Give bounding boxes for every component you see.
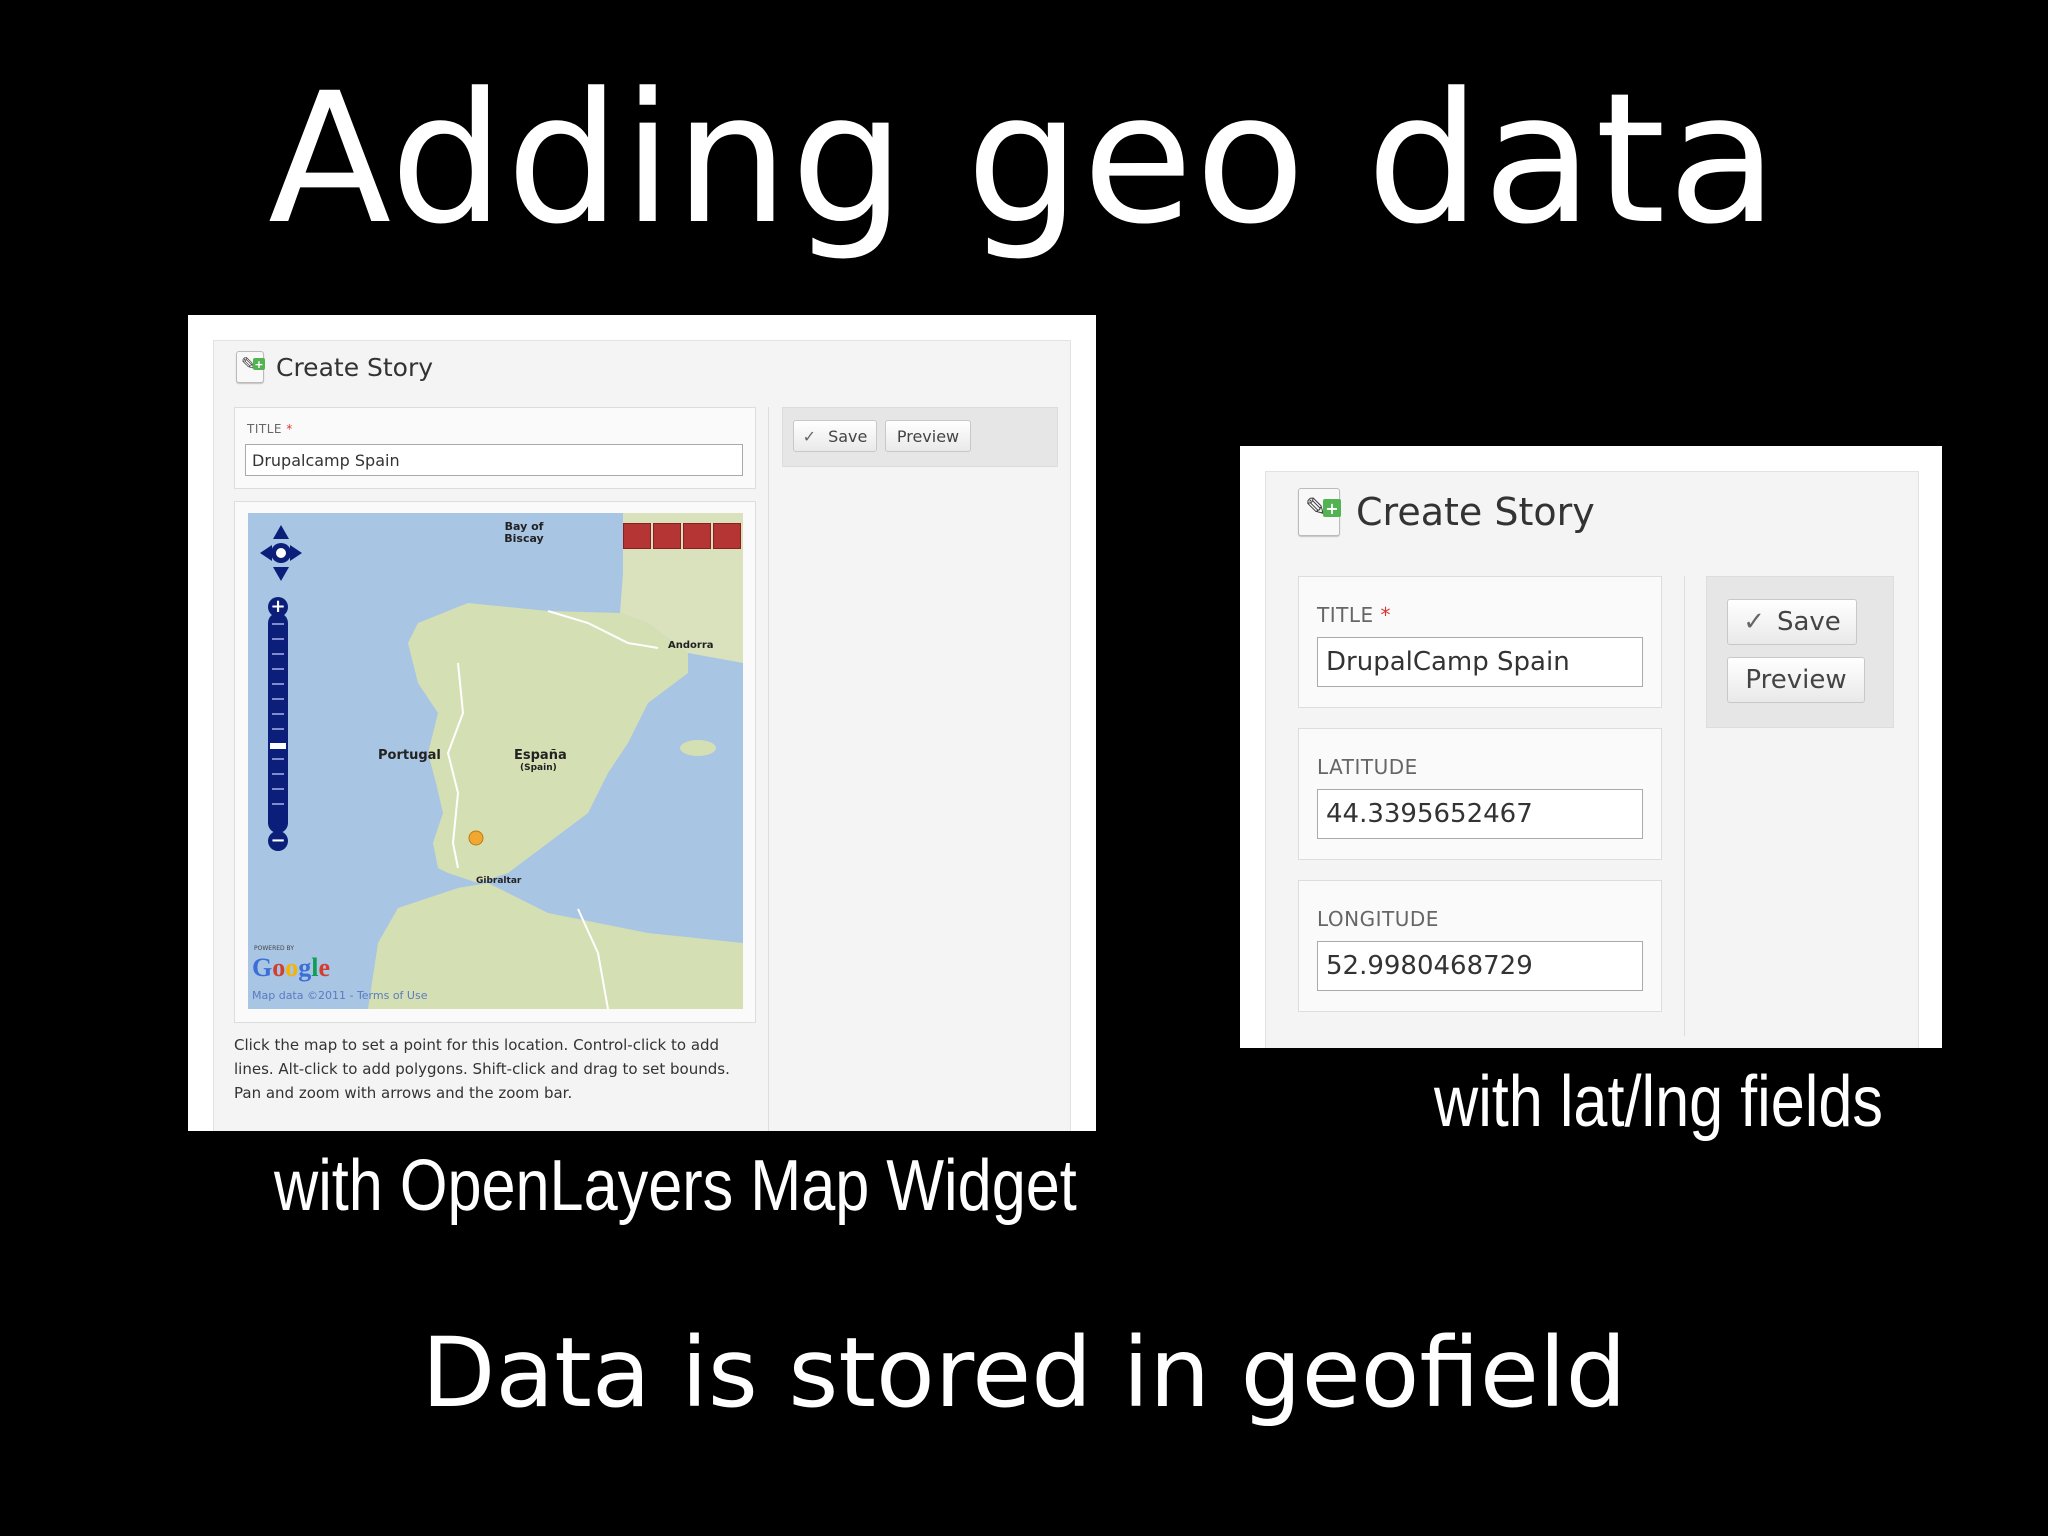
form-actions: ✓ Save Preview xyxy=(1706,576,1894,728)
layer-switcher-3[interactable] xyxy=(683,523,711,549)
sidebar-divider xyxy=(1684,576,1685,1036)
google-logo: Google xyxy=(252,953,331,982)
latitude-fieldset: Latitude 44.3395652467 xyxy=(1298,728,1662,860)
map-label-gibraltar: Gibraltar xyxy=(476,876,522,886)
layer-switcher-1[interactable] xyxy=(623,523,651,549)
page-header: ✎ + Create Story xyxy=(1298,488,1595,536)
title-input[interactable]: DrupalCamp Spain xyxy=(1317,637,1643,687)
longitude-label: Longitude xyxy=(1317,907,1439,931)
sidebar-divider xyxy=(768,407,769,1131)
map-label-andorra: Andorra xyxy=(668,640,714,651)
openlayers-screenshot: ✎ + Create Story Title * Drupalcamp Spai… xyxy=(188,315,1096,1131)
caption-latlng: with lat/lng fields xyxy=(1434,1062,1884,1142)
checkmark-icon: ✓ xyxy=(802,426,817,446)
map-label-espana: España xyxy=(514,748,567,763)
slide-footer: Data is stored in geofield xyxy=(421,1317,1627,1429)
preview-button[interactable]: Preview xyxy=(885,420,971,452)
zoom-out-icon[interactable]: − xyxy=(268,831,288,851)
map-label-spain: (Spain) xyxy=(520,763,557,773)
map-label-bay: Bay of Biscay xyxy=(504,520,544,545)
checkmark-icon: ✓ xyxy=(1743,607,1765,637)
layer-switcher-2[interactable] xyxy=(653,523,681,549)
latitude-label: Latitude xyxy=(1317,755,1418,779)
pan-control-icon[interactable] xyxy=(258,523,304,583)
latitude-input[interactable]: 44.3395652467 xyxy=(1317,789,1643,839)
save-button[interactable]: ✓ Save xyxy=(793,420,877,452)
title-input[interactable]: Drupalcamp Spain xyxy=(245,444,743,476)
map-terrain xyxy=(368,513,743,1009)
map-help-text: Click the map to set a point for this lo… xyxy=(234,1036,730,1102)
create-content-icon: ✎ + xyxy=(1298,488,1341,536)
page-header: ✎ + Create Story xyxy=(236,351,433,383)
layer-switcher-4[interactable] xyxy=(713,523,741,549)
zoom-slider[interactable] xyxy=(268,613,288,833)
title-label: Title * xyxy=(247,422,293,436)
map-land-balearics xyxy=(680,740,716,756)
latlng-screenshot: ✎ + Create Story Title * DrupalCamp Spai… xyxy=(1240,446,1942,1048)
preview-button[interactable]: Preview xyxy=(1727,657,1865,703)
title-label: Title * xyxy=(1317,603,1391,627)
page-title: Create Story xyxy=(276,352,434,382)
zoom-handle[interactable] xyxy=(268,741,288,751)
longitude-fieldset: Longitude 52.9980468729 xyxy=(1298,880,1662,1012)
location-marker-icon xyxy=(468,830,484,846)
slide-title: Adding geo data xyxy=(268,55,1780,264)
title-fieldset: Title * DrupalCamp Spain xyxy=(1298,576,1662,708)
openlayers-map[interactable]: + − Bay of Biscay Andorra Portugal Españ… xyxy=(248,513,743,1009)
caption-openlayers: with OpenLayers Map Widget xyxy=(274,1146,1077,1226)
map-label-portugal: Portugal xyxy=(378,748,441,763)
save-button[interactable]: ✓ Save xyxy=(1727,599,1857,645)
title-fieldset: Title * Drupalcamp Spain xyxy=(234,407,756,489)
map-attribution[interactable]: Map data ©2011 - Terms of Use xyxy=(252,989,427,1002)
longitude-input[interactable]: 52.9980468729 xyxy=(1317,941,1643,991)
form-actions: ✓ Save Preview xyxy=(782,407,1058,467)
create-content-icon: ✎ + xyxy=(236,351,265,383)
powered-by-label: POWERED BY xyxy=(254,945,295,952)
page-title: Create Story xyxy=(1356,490,1595,534)
